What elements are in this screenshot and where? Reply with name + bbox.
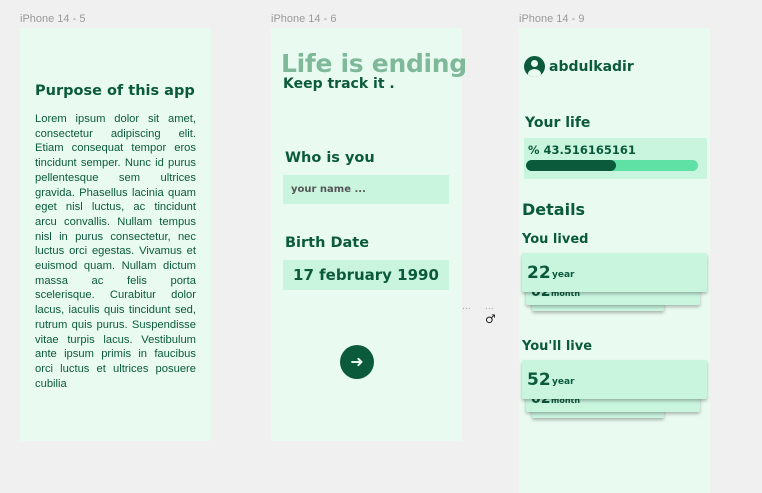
will-live-card-stack: 15 day 02 month 52 year: [519, 360, 710, 440]
connector-dots-2: ...: [485, 302, 494, 312]
lived-year-unit: year: [552, 270, 575, 280]
details-heading: Details: [522, 200, 586, 219]
form-screen: Life is ending Keep track it . Who is yo…: [271, 28, 467, 441]
next-button[interactable]: ➜: [340, 345, 374, 379]
life-progress-fill: [526, 160, 616, 171]
will-live-year-value: 52: [527, 370, 551, 390]
life-progress-card: % 43.516165161: [524, 138, 707, 179]
name-input[interactable]: [283, 175, 449, 204]
details-screen: abdulkadir Your life % 43.516165161 Deta…: [519, 28, 710, 493]
intro-screen: Purpose of this app Lorem ipsum dolor si…: [20, 28, 211, 441]
frame-label-intro: iPhone 14 - 5: [20, 13, 86, 25]
hero-title: Life is ending: [281, 49, 467, 78]
user-header: abdulkadir: [524, 56, 634, 77]
frame-label-details: iPhone 14 - 9: [519, 13, 585, 25]
frame-label-form: iPhone 14 - 6: [271, 13, 337, 25]
life-progress-bar: [526, 160, 698, 171]
life-percent-text: % 43.516165161: [528, 143, 636, 157]
birth-date-label: Birth Date: [285, 235, 370, 251]
youll-live-label: You'll live: [522, 339, 593, 354]
lived-card-stack: 15 day 02 month 22 year: [519, 253, 710, 333]
name-field-label: Who is you: [285, 150, 375, 166]
you-lived-label: You lived: [522, 232, 589, 247]
lived-year-value: 22: [527, 263, 551, 283]
will-live-year-unit: year: [552, 377, 575, 387]
purpose-title: Purpose of this app: [35, 83, 195, 99]
will-live-year-card: 52 year: [522, 360, 707, 399]
birth-date-field[interactable]: 17 february 1990: [283, 260, 449, 290]
purpose-body-text: Lorem ipsum dolor sit amet, consectetur …: [35, 113, 196, 390]
arrow-right-icon: ➜: [350, 352, 364, 371]
hero-subtitle: Keep track it .: [283, 76, 395, 92]
lived-year-card: 22 year: [522, 253, 707, 292]
your-life-label: Your life: [525, 115, 591, 131]
connector-dots: ...: [462, 302, 471, 312]
avatar-icon[interactable]: [524, 56, 545, 77]
username: abdulkadir: [549, 58, 634, 75]
male-symbol-icon: ♂: [485, 312, 496, 326]
